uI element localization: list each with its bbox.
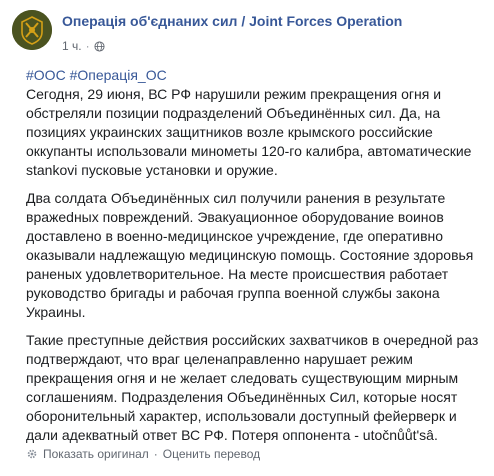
- hashtag-oos[interactable]: #ООС: [26, 67, 66, 83]
- facebook-post: Операція об'єднаних сил / Joint Forces O…: [0, 0, 494, 476]
- rate-translation-link[interactable]: Оценить перевод: [163, 447, 260, 461]
- post-paragraph-2: Два солдата Объединённых сил получили ра…: [26, 190, 474, 320]
- post-meta: 1 ч. ·: [62, 39, 105, 53]
- post-body: #ООС #Операція_ОС Сегодня, 29 июня, ВС Р…: [26, 66, 486, 454]
- hashtag-line: #ООС #Операція_ОС: [26, 67, 167, 83]
- joint-forces-emblem-icon: [12, 10, 52, 50]
- post-paragraph-3: Такие преступные действия российских зах…: [26, 332, 479, 443]
- page-avatar[interactable]: [12, 10, 52, 50]
- gear-icon[interactable]: [26, 448, 38, 460]
- hashtag-operation[interactable]: #Операція_ОС: [70, 67, 167, 83]
- post-timestamp[interactable]: 1 ч.: [62, 39, 82, 53]
- translation-footer: Показать оригинал · Оценить перевод: [26, 447, 260, 461]
- meta-separator: ·: [85, 39, 90, 53]
- show-original-link[interactable]: Показать оригинал: [43, 447, 149, 461]
- page-name-link[interactable]: Операція об'єднаних сил / Joint Forces O…: [62, 13, 402, 29]
- footer-separator: ·: [153, 447, 158, 461]
- post-paragraph-1: #ООС #Операція_ОС Сегодня, 29 июня, ВС Р…: [26, 66, 486, 180]
- globe-icon[interactable]: [94, 40, 105, 52]
- paragraph-1-text: Сегодня, 29 июня, ВС РФ нарушили режим п…: [26, 86, 472, 178]
